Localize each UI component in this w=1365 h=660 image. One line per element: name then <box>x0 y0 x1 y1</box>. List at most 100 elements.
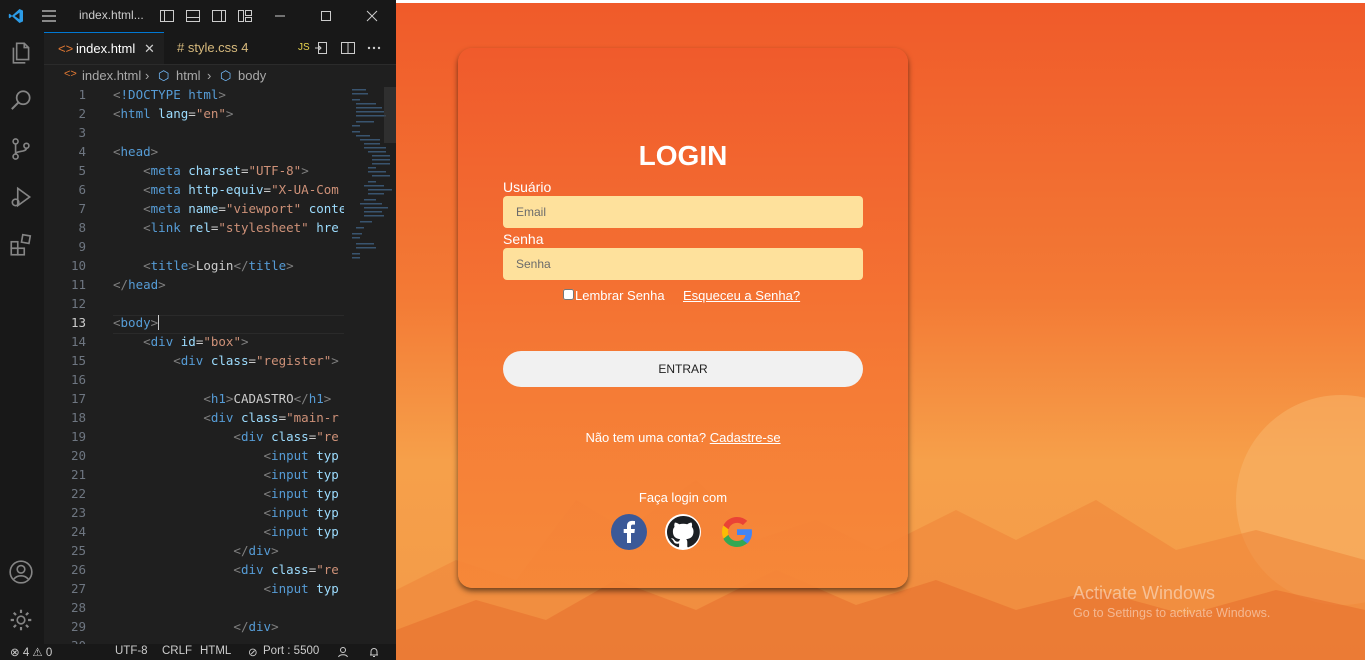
tab-label: # style.css 4 <box>177 40 249 55</box>
line-number: 12 <box>70 296 86 311</box>
account-icon[interactable] <box>8 559 34 585</box>
tab-style-css[interactable]: # style.css 4 <box>165 32 273 64</box>
toggle-primary-sidebar-icon[interactable] <box>159 8 175 24</box>
menu-icon[interactable] <box>41 8 57 24</box>
more-actions-icon[interactable] <box>366 40 382 56</box>
code-line: <input typ <box>263 524 339 539</box>
breadcrumb-body[interactable]: body <box>238 68 266 83</box>
line-number: 7 <box>78 201 86 216</box>
run-debug-icon[interactable] <box>8 184 34 210</box>
line-number: 25 <box>70 543 86 558</box>
line-number: 23 <box>70 505 86 520</box>
search-icon[interactable] <box>8 88 34 114</box>
toggle-secondary-sidebar-icon[interactable] <box>211 8 227 24</box>
code-line: <div class="re <box>233 429 339 444</box>
encoding[interactable]: UTF-8 <box>115 645 148 657</box>
source-control-icon[interactable] <box>8 136 34 162</box>
title-bar: index.html... <box>0 0 396 32</box>
code-line: <meta name="viewport" conte <box>143 201 344 216</box>
remember-checkbox[interactable] <box>563 289 574 300</box>
code-line: <input typ <box>263 486 339 501</box>
maximize-icon[interactable] <box>318 8 334 24</box>
explorer-icon[interactable] <box>8 40 34 66</box>
enter-button[interactable]: ENTRAR <box>503 351 863 387</box>
html-file-icon: <> <box>58 41 74 56</box>
line-number: 18 <box>70 410 86 425</box>
vscode-window: index.html... <> index.html ✕ # style.cs… <box>0 0 396 660</box>
login-box: LOGIN Usuário Senha Lembrar Senha Esquec… <box>458 48 908 588</box>
code-line: <input typ <box>263 505 339 520</box>
line-number: 13 <box>70 315 86 330</box>
code-line: <link rel="stylesheet" hre <box>143 220 339 235</box>
password-label: Senha <box>503 231 544 247</box>
line-endings[interactable]: CRLF <box>162 645 192 657</box>
minimize-icon[interactable] <box>272 8 288 24</box>
toggle-panel-icon[interactable] <box>185 8 201 24</box>
js-file-icon: JS <box>298 42 310 53</box>
breadcrumb: <> index.html › ⬡ html › ⬡ body <box>44 65 396 87</box>
problems-count[interactable]: ⊗ 4 ⚠ 0 <box>10 645 52 659</box>
breadcrumb-html[interactable]: html <box>176 68 201 83</box>
line-number: 20 <box>70 448 86 463</box>
code-line: </head> <box>113 277 166 292</box>
line-number: 5 <box>78 163 86 178</box>
code-line: <meta charset="UTF-8"> <box>143 163 309 178</box>
window-title: index.html... <box>79 8 144 22</box>
activate-windows-watermark: Activate Windows Go to Settings to activ… <box>1073 583 1270 620</box>
activity-bar <box>0 32 44 644</box>
line-number: 10 <box>70 258 86 273</box>
vscode-logo-icon <box>8 9 23 23</box>
google-icon[interactable] <box>719 514 755 550</box>
email-input[interactable] <box>503 196 863 228</box>
line-number: 24 <box>70 524 86 539</box>
code-line: <title>Login</title> <box>143 258 294 273</box>
facebook-icon[interactable] <box>611 514 647 550</box>
social-login-title: Faça login com <box>638 490 728 505</box>
line-number: 17 <box>70 391 86 406</box>
signup-row: Não tem uma conta? Cadastre-se <box>458 430 908 445</box>
password-input[interactable] <box>503 248 863 280</box>
tab-index-html[interactable]: <> index.html ✕ <box>44 32 164 64</box>
html-file-icon: <> <box>64 68 77 80</box>
code-line: </div> <box>233 619 279 634</box>
code-line: <body> <box>113 315 160 330</box>
forgot-password-link[interactable]: Esqueceu a Senha? <box>683 288 800 303</box>
open-preview-icon[interactable] <box>314 40 330 56</box>
settings-gear-icon[interactable] <box>8 607 34 633</box>
extensions-icon[interactable] <box>8 232 34 258</box>
minimap[interactable] <box>350 87 396 644</box>
close-icon[interactable] <box>364 8 380 24</box>
code-line: </div> <box>233 543 279 558</box>
line-number: 14 <box>70 334 86 349</box>
no-entry-icon: ⊘ <box>248 647 258 659</box>
watermark-title: Activate Windows <box>1073 583 1216 603</box>
code-line: <!DOCTYPE html> <box>113 87 226 102</box>
signup-link[interactable]: Cadastre-se <box>710 430 781 445</box>
code-line: <input typ <box>263 467 339 482</box>
code-editor[interactable]: 1 2 3 4 5 6 7 8 9 10 11 12 13 14 15 16 17 18 19 20 21 22 23 24 2… <box>44 87 344 644</box>
editor-tabs: <> index.html ✕ # style.css 4 JS <box>44 32 396 65</box>
live-server-port[interactable]: Port : 5500 <box>263 645 319 657</box>
code-line: <html lang="en"> <box>113 106 234 121</box>
split-editor-icon[interactable] <box>340 40 356 56</box>
element-icon: ⬡ <box>220 68 232 83</box>
line-number: 6 <box>78 182 86 197</box>
line-number: 9 <box>78 239 86 254</box>
breadcrumb-file[interactable]: index.html <box>82 68 141 83</box>
language-mode[interactable]: HTML <box>200 645 231 657</box>
chevron-right-icon: › <box>207 68 212 83</box>
customize-layout-icon[interactable] <box>237 8 253 24</box>
line-number: 16 <box>70 372 86 387</box>
code-line: <input typ <box>263 581 339 596</box>
bell-icon[interactable] <box>368 646 380 658</box>
github-icon[interactable] <box>665 514 701 550</box>
tab-label: index.html <box>76 41 136 56</box>
accounts-icon[interactable] <box>337 646 349 658</box>
line-number: 27 <box>70 581 86 596</box>
login-title: LOGIN <box>638 140 728 171</box>
line-number: 22 <box>70 486 86 501</box>
code-line: <div class="re <box>233 562 339 577</box>
close-tab-icon[interactable]: ✕ <box>144 33 155 65</box>
chevron-right-icon: › <box>145 68 150 83</box>
line-number: 28 <box>70 600 86 615</box>
